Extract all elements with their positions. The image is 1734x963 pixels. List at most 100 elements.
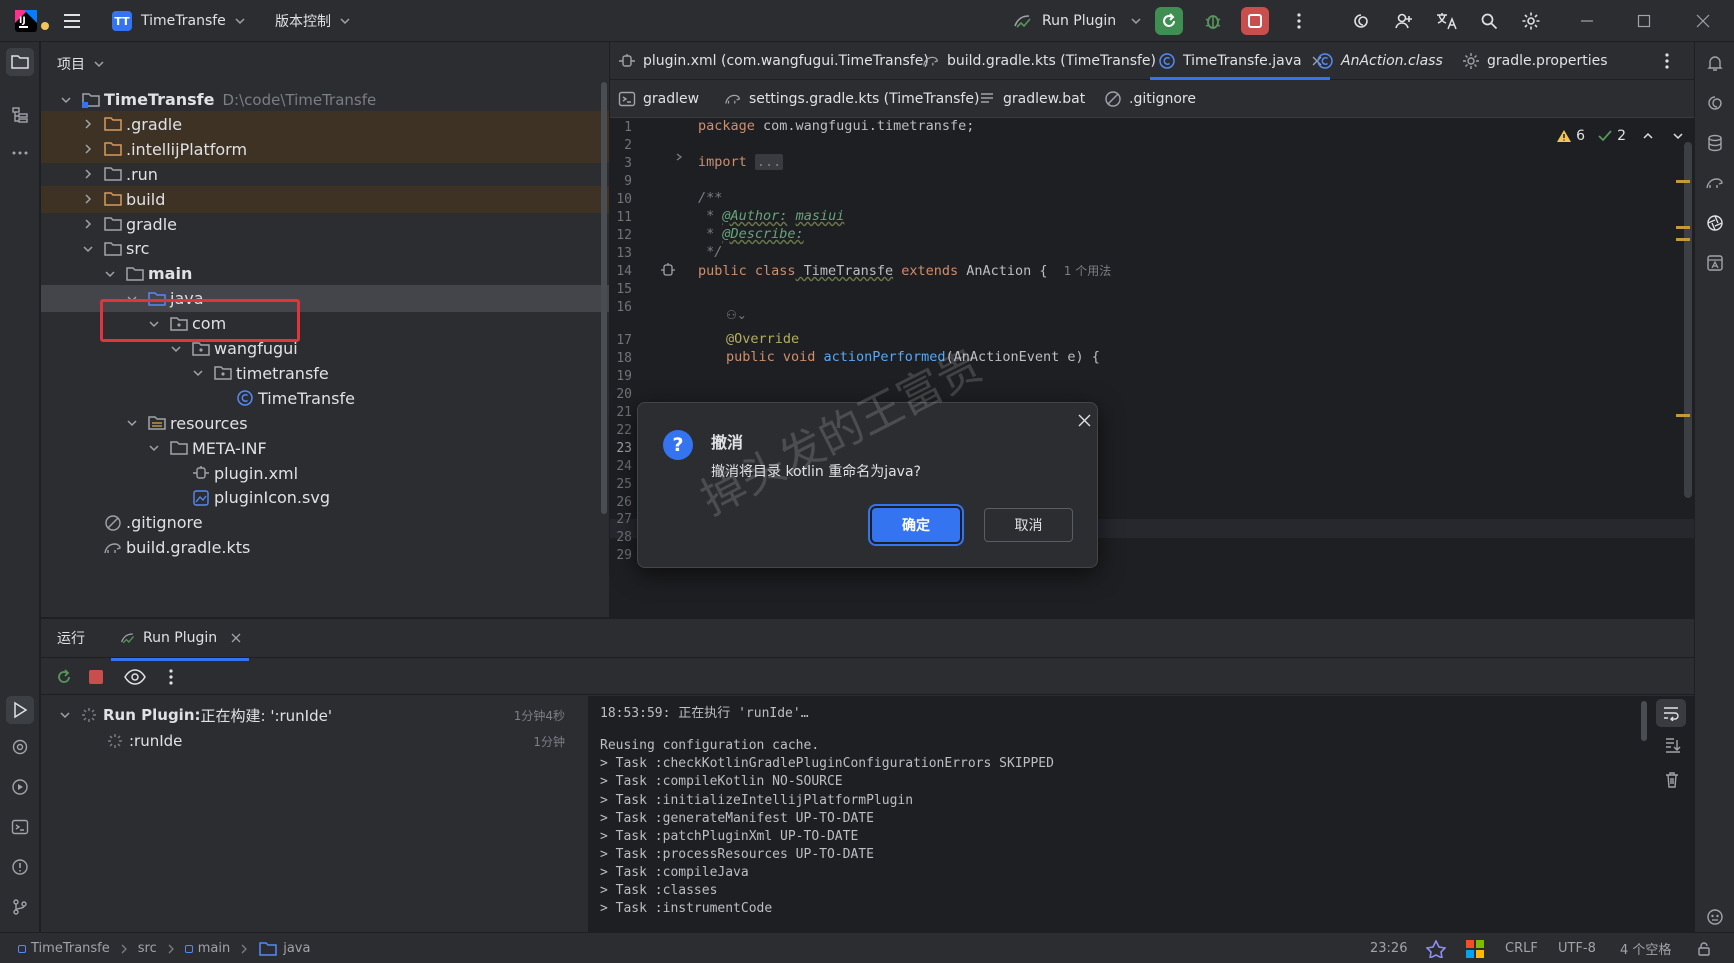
inspections-widget[interactable]: 6 2 — [1556, 128, 1684, 144]
run-tree-item[interactable]: :runIde 1分钟 — [41, 728, 587, 754]
run-config-selector[interactable]: Run Plugin — [1012, 0, 1142, 42]
tree-item-src[interactable]: src — [41, 235, 609, 262]
chevron-down-icon[interactable] — [169, 342, 183, 356]
line-number[interactable]: 26 — [610, 495, 632, 510]
editor-scrollbar[interactable] — [1684, 142, 1692, 498]
caret-position[interactable]: 23:26 — [1370, 933, 1407, 963]
line-number[interactable]: 15 — [610, 282, 632, 297]
copilot-button[interactable] — [1704, 906, 1726, 928]
clear-console-button[interactable] — [1663, 771, 1681, 789]
chevron-up-icon[interactable] — [1642, 130, 1654, 142]
breadcrumb-item[interactable]: java — [258, 940, 310, 958]
run-tree-item[interactable]: Run Plugin: 正在构建: ':runIde' 1分钟4秒 — [41, 702, 587, 728]
rerun-button[interactable] — [1155, 7, 1183, 35]
run-console[interactable]: 18:53:59: 正在执行 'runIde'… Reusing configur… — [588, 696, 1694, 933]
fold-arrow-icon[interactable] — [674, 152, 684, 162]
line-number[interactable]: 1 — [610, 120, 632, 135]
chevron-down-icon[interactable] — [103, 267, 117, 281]
close-window-button[interactable] — [1689, 7, 1717, 35]
line-number[interactable]: 24 — [610, 459, 632, 474]
tree-item-resources[interactable]: resources — [41, 410, 609, 437]
chevron-right-icon[interactable] — [81, 167, 95, 181]
breadcrumb-item[interactable]: src — [138, 941, 157, 956]
project-scrollbar[interactable] — [601, 82, 607, 514]
git-tool-button[interactable] — [9, 896, 31, 918]
terminal-tool-button[interactable] — [9, 816, 31, 838]
rerun-button[interactable] — [55, 668, 73, 686]
database-button[interactable] — [1704, 132, 1726, 154]
usage-hint[interactable]: 1 个用法 — [1064, 264, 1111, 278]
editor-tab[interactable]: AnAction.class — [1316, 42, 1443, 80]
tabs-more-button[interactable] — [1664, 52, 1670, 70]
tree-item-pluginicon-svg[interactable]: pluginIcon.svg — [41, 484, 609, 511]
main-menu-icon[interactable] — [62, 0, 82, 42]
tree-item-timetransfe[interactable]: timetransfe — [41, 360, 609, 387]
editor-tab[interactable]: gradlew.bat — [978, 80, 1085, 118]
editor-tab[interactable]: .gitignore — [1104, 80, 1196, 118]
indent-setting[interactable]: 4 个空格 — [1620, 933, 1671, 963]
chevron-right-icon[interactable] — [81, 117, 95, 131]
line-number[interactable]: 14 — [610, 264, 632, 279]
line-number[interactable]: 22 — [610, 423, 632, 438]
tree-item-main[interactable]: main — [41, 260, 609, 287]
minimize-button[interactable] — [1573, 7, 1601, 35]
project-view-selector[interactable]: 项目 — [57, 54, 105, 74]
editor-tab[interactable]: build.gradle.kts (TimeTransfe) — [922, 42, 1156, 80]
breadcrumb-item[interactable]: main — [184, 941, 230, 956]
search-button[interactable] — [1475, 7, 1503, 35]
debug-tool-button[interactable] — [9, 776, 31, 798]
code-with-me-button[interactable] — [1347, 7, 1375, 35]
tree-item-build[interactable]: build — [41, 185, 609, 213]
ok-button[interactable]: 确定 — [872, 508, 960, 542]
copilot-status-icon[interactable] — [1426, 933, 1446, 963]
chevron-down-icon[interactable] — [1672, 130, 1684, 142]
line-number[interactable]: 13 — [610, 246, 632, 261]
structure-tool-button[interactable] — [9, 104, 31, 126]
stop-button[interactable] — [1241, 7, 1269, 35]
breadcrumb-item[interactable]: TimeTransfe — [18, 941, 110, 956]
chevron-right-icon[interactable] — [81, 192, 95, 206]
editor-tab[interactable]: gradlew — [618, 80, 699, 118]
ai-assistant-button[interactable] — [1704, 92, 1726, 114]
gradle-button[interactable] — [1704, 172, 1726, 194]
tree-item-run[interactable]: .run — [41, 161, 609, 188]
line-number[interactable]: 19 — [610, 369, 632, 384]
chevron-down-icon[interactable] — [125, 416, 139, 430]
dialog-close-button[interactable] — [1075, 411, 1093, 429]
run-config-tab[interactable]: Run Plugin — [110, 619, 250, 661]
tree-item-timetransfe[interactable]: TimeTransfe D:\code\TimeTransfe — [41, 86, 609, 113]
chevron-right-icon[interactable] — [81, 142, 95, 156]
tree-item-gradle[interactable]: gradle — [41, 211, 609, 238]
run-tool-button[interactable] — [6, 696, 34, 724]
line-number[interactable]: 21 — [610, 405, 632, 420]
line-number[interactable]: 3 — [610, 156, 632, 171]
line-number[interactable]: 10 — [610, 192, 632, 207]
chevron-down-icon[interactable] — [147, 441, 161, 455]
services-tool-button[interactable] — [9, 736, 31, 758]
tree-item-intellijplatform[interactable]: .intellijPlatform — [41, 135, 609, 163]
translation-button[interactable] — [1704, 252, 1726, 274]
app-logo[interactable]: IJ — [14, 0, 49, 42]
maximize-button[interactable] — [1630, 7, 1658, 35]
settings-button[interactable] — [1517, 7, 1545, 35]
line-number[interactable]: 9 — [610, 174, 632, 189]
stop-button[interactable] — [88, 669, 104, 685]
tree-item-build-gradle-kts[interactable]: build.gradle.kts — [41, 534, 609, 561]
more-actions-button[interactable] — [1285, 7, 1313, 35]
scroll-to-end-button[interactable] — [1663, 736, 1681, 754]
line-number[interactable]: 28 — [610, 530, 632, 545]
line-number[interactable]: 11 — [610, 210, 632, 225]
plugin-gutter-icon[interactable] — [660, 262, 676, 278]
editor-tab[interactable]: settings.gradle.kts (TimeTransfe) — [724, 80, 979, 118]
line-separator[interactable]: CRLF — [1505, 933, 1538, 963]
close-icon[interactable] — [231, 633, 241, 643]
import-fold[interactable]: ... — [754, 154, 784, 170]
line-number[interactable]: 25 — [610, 477, 632, 492]
line-number[interactable]: 17 — [610, 333, 632, 348]
chevron-right-icon[interactable] — [81, 217, 95, 231]
line-number[interactable]: 20 — [610, 387, 632, 402]
tree-item-timetransfe[interactable]: TimeTransfe — [41, 385, 609, 412]
vcs-widget[interactable]: 版本控制 — [275, 0, 351, 42]
more-tools-button[interactable] — [9, 142, 31, 164]
tree-item-plugin-xml[interactable]: plugin.xml — [41, 460, 609, 487]
